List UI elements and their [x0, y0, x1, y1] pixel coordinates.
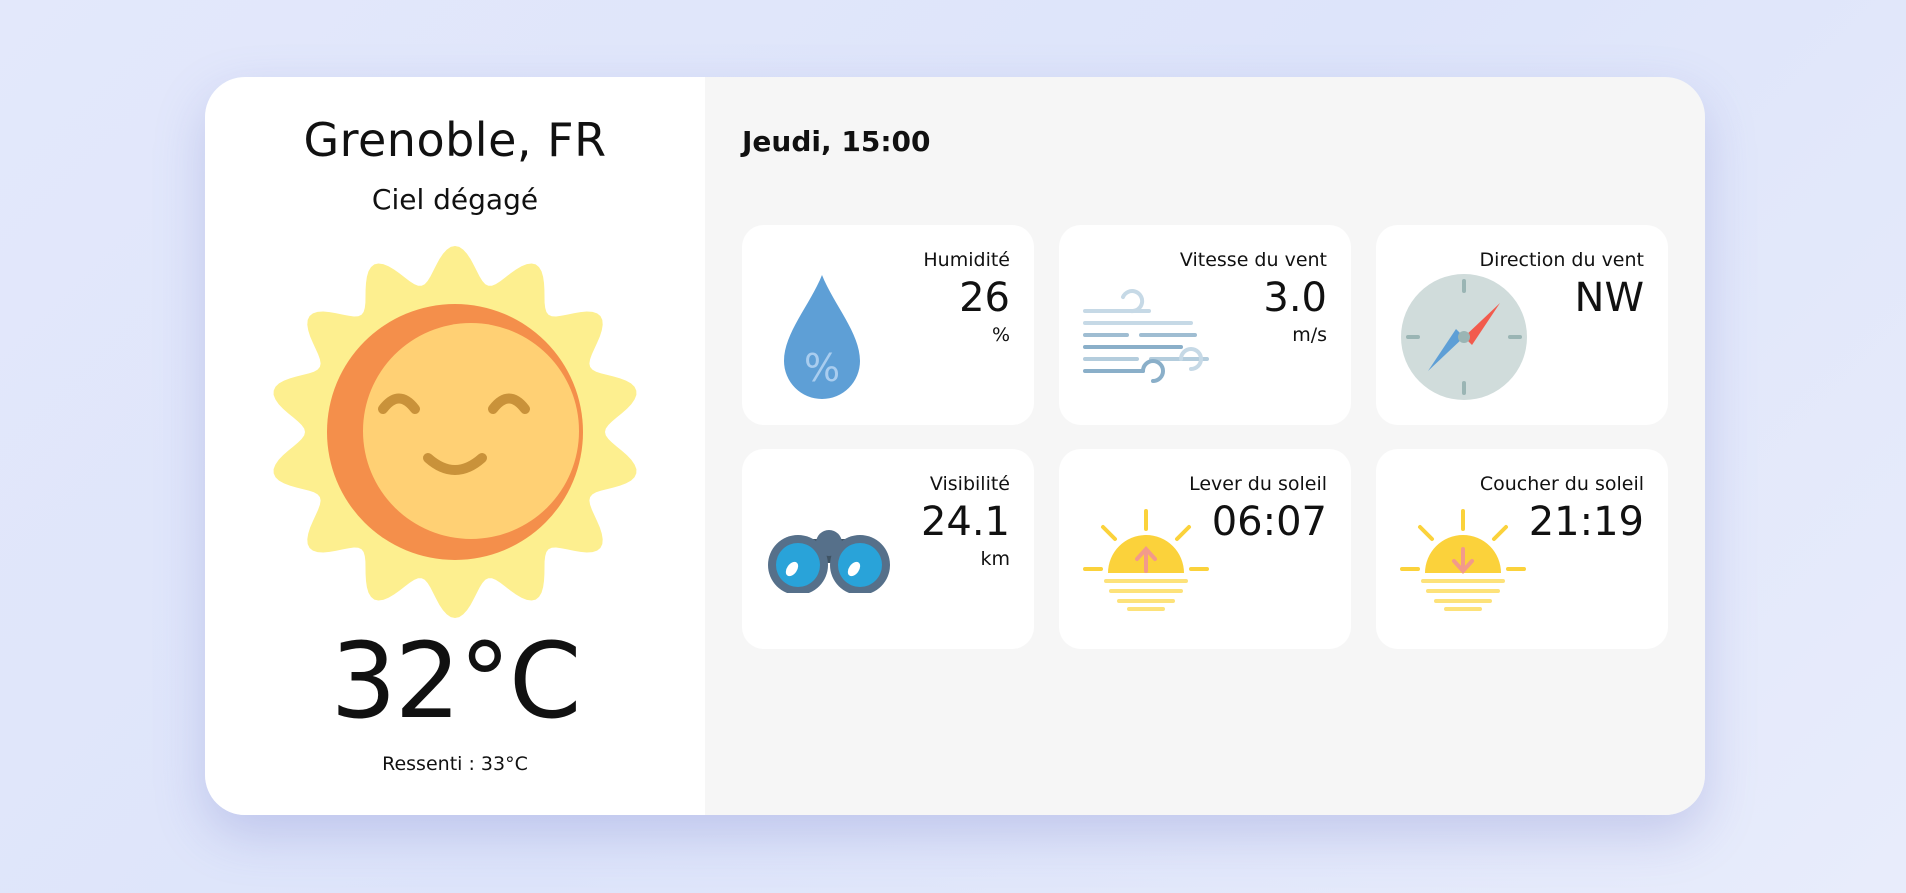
humidity-value: 26 [959, 275, 1010, 321]
visibility-value: 24.1 [920, 499, 1010, 545]
wind-direction-tile: Direction du vent NW [1376, 225, 1668, 425]
weather-card: Grenoble, FR Ciel dégagé 32°C Ressenti :… [205, 77, 1705, 815]
wind-speed-unit: m/s [1292, 324, 1327, 346]
humidity-drop-icon: % [784, 275, 860, 399]
feels-like-text: Ressenti : 33°C [382, 753, 528, 775]
visibility-unit: km [980, 548, 1010, 570]
svg-text:%: % [804, 346, 840, 390]
wind-speed-label: Vitesse du vent [1179, 249, 1327, 271]
wind-speed-tile: Vitesse du vent 3.0 m/s [1059, 225, 1351, 425]
sunset-tile: Coucher du soleil 21:19 [1376, 449, 1668, 649]
humidity-unit: % [991, 324, 1010, 346]
sunset-icon [1400, 509, 1526, 611]
humidity-label: Humidité [923, 249, 1010, 271]
visibility-tile: Visibilité 24.1 km [742, 449, 1034, 649]
binoculars-icon [768, 530, 890, 593]
wind-direction-value: NW [1574, 275, 1644, 321]
weather-condition: Ciel dégagé [371, 183, 539, 216]
sunrise-value: 06:07 [1211, 499, 1327, 545]
wind-direction-label: Direction du vent [1479, 249, 1644, 271]
humidity-tile: % Humidité 26 % [742, 225, 1034, 425]
details-panel: Jeudi, 15:00 % Humidité 26 % Vitesse du … [705, 77, 1705, 815]
city-name: Grenoble, FR [303, 113, 607, 167]
sunrise-tile: Lever du soleil 06:07 [1059, 449, 1351, 649]
temperature-value: 32°C [330, 620, 582, 742]
compass-icon [1401, 274, 1527, 400]
sunrise-label: Lever du soleil [1189, 473, 1327, 495]
sunrise-icon [1083, 509, 1209, 611]
current-weather-panel: Grenoble, FR Ciel dégagé 32°C Ressenti :… [205, 77, 705, 815]
sunset-label: Coucher du soleil [1479, 473, 1644, 495]
visibility-label: Visibilité [929, 473, 1010, 495]
sunset-value: 21:19 [1528, 499, 1644, 545]
smiling-sun-icon [273, 246, 637, 618]
date-time: Jeudi, 15:00 [742, 125, 931, 158]
wind-icon [1083, 289, 1209, 383]
wind-speed-value: 3.0 [1263, 275, 1327, 321]
